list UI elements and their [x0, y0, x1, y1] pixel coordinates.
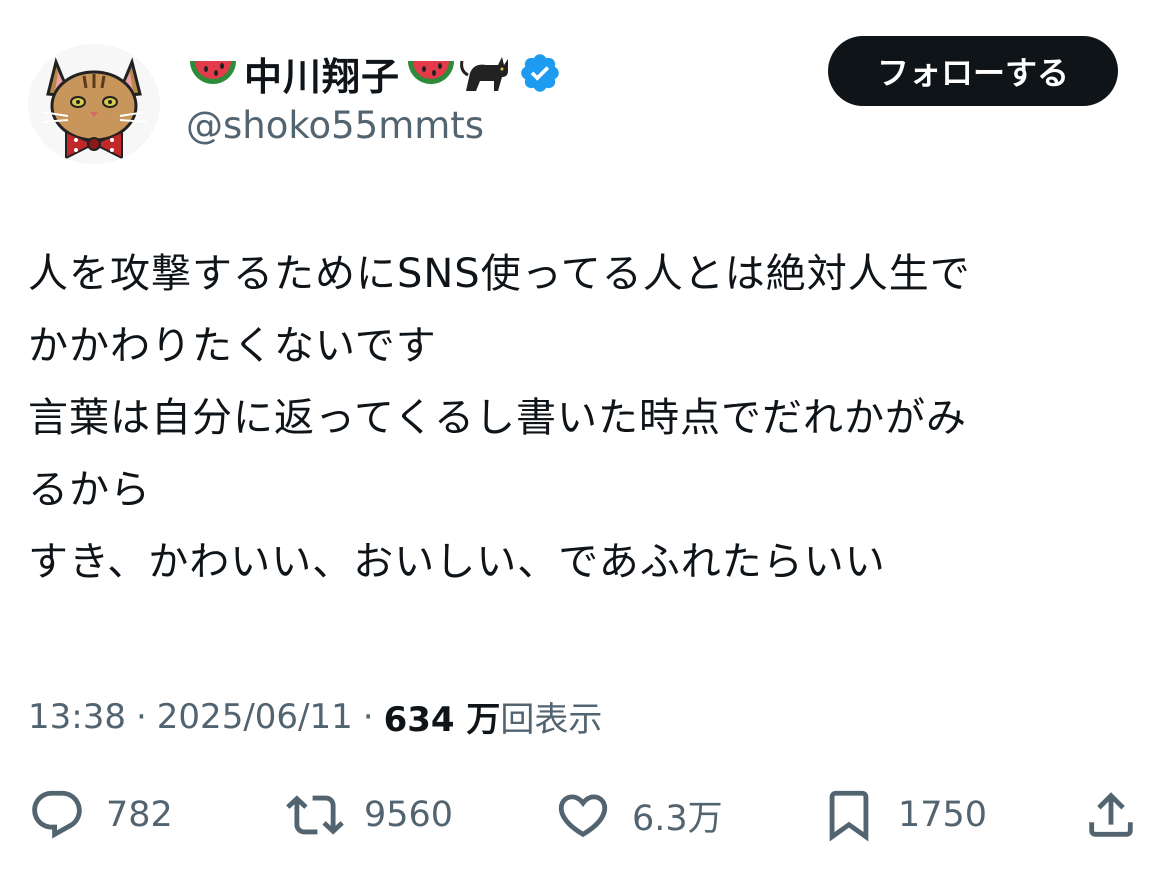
share-icon — [1089, 792, 1133, 837]
bookmark-count: 1750 — [898, 795, 988, 835]
black-cat-icon — [460, 57, 509, 91]
tweet-date[interactable]: 2025/06/11 — [157, 697, 353, 737]
display-name: 中川翔子 — [244, 54, 401, 99]
tweet-line: 言葉は自分に返ってくるし書いた時点でだれかがみ — [28, 395, 967, 441]
like-count: 6.3万 — [632, 798, 723, 839]
tweet-text: 人を攻撃するためにSNS使ってる人とは絶対人生で かかわりたくないです 言葉は自… — [28, 238, 1148, 598]
heart-icon — [558, 794, 608, 838]
tweet-line: すき、かわいい、おいしい、であふれたらいい — [28, 539, 886, 585]
reply-count: 782 — [106, 795, 173, 835]
cat-avatar-icon — [32, 44, 156, 164]
retweet-icon — [286, 795, 344, 835]
separator-dot: · — [135, 696, 147, 737]
tweet-line: かかわりたくないです — [28, 323, 437, 369]
tweet-time[interactable]: 13:38 — [28, 697, 126, 737]
bookmark-button[interactable]: 1750 — [820, 780, 987, 850]
like-button[interactable]: 6.3万 — [554, 780, 723, 850]
views-label: 回表示 — [500, 700, 603, 740]
views-count: 634 万 — [383, 700, 501, 740]
tweet-meta: 13:38 · 2025/06/11 · 634 万 回表示 — [28, 692, 602, 741]
tweet-line: るから — [28, 467, 151, 513]
action-bar: 782 9560 6.3万 1750 — [28, 780, 1140, 850]
retweet-button[interactable]: 9560 — [286, 780, 453, 850]
verified-badge-icon — [521, 54, 559, 92]
watermelon-icon — [190, 61, 236, 84]
follow-button[interactable]: フォローする — [828, 36, 1118, 106]
reply-icon — [32, 790, 82, 839]
reply-button[interactable]: 782 — [28, 780, 173, 850]
avatar[interactable] — [28, 44, 160, 164]
display-name-row[interactable]: 中川翔子 — [186, 46, 562, 100]
retweet-count: 9560 — [364, 795, 454, 835]
separator-dot: · — [362, 696, 374, 737]
user-handle[interactable]: @shoko55mmts — [186, 104, 484, 147]
bookmark-icon — [829, 790, 869, 842]
tweet-line: 人を攻撃するためにSNS使ってる人とは絶対人生で — [28, 251, 971, 297]
share-button[interactable] — [1082, 780, 1140, 850]
watermelon-icon — [408, 61, 455, 84]
